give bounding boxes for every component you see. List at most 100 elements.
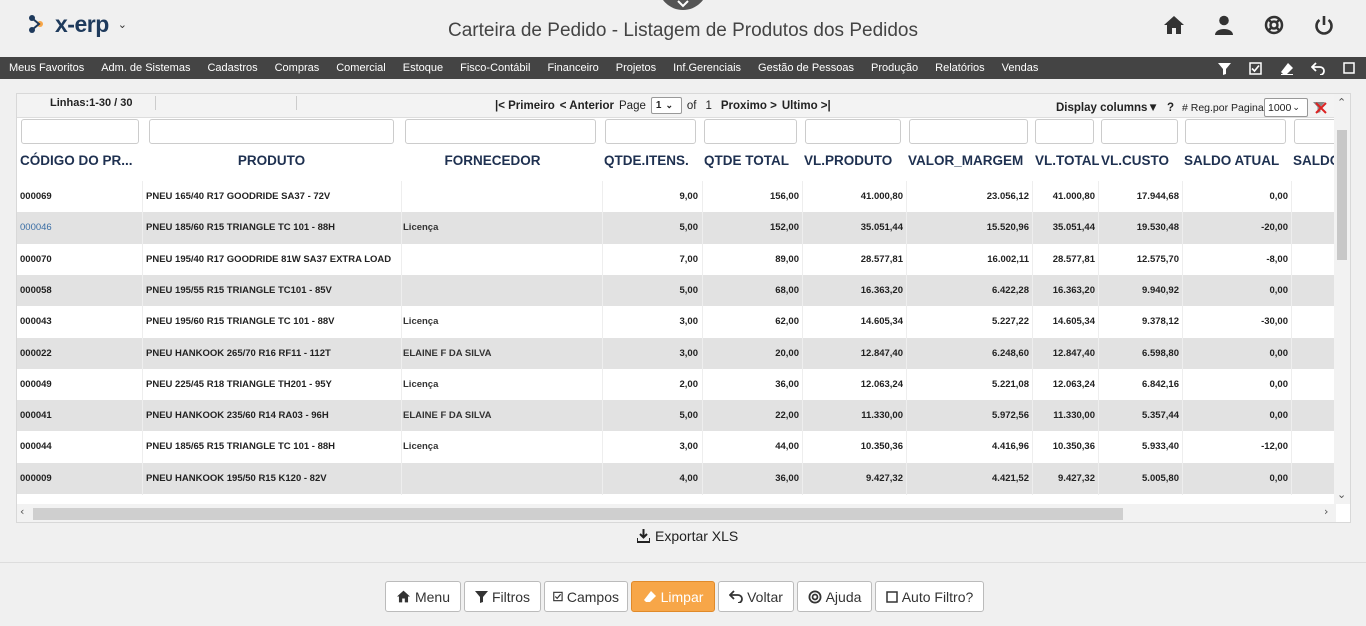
- horizontal-scrollbar[interactable]: ‹ ›: [17, 504, 1336, 522]
- table-row[interactable]: 000058 PNEU 195/55 R15 TRIANGLE TC101 - 8…: [17, 274, 1336, 307]
- lifebuoy-icon[interactable]: [1260, 12, 1288, 38]
- column-header-saldo-atual[interactable]: SALDO ATUAL: [1184, 146, 1288, 176]
- chevron-left-icon[interactable]: ‹: [20, 505, 24, 518]
- display-columns-button[interactable]: Display columns▼: [1056, 102, 1159, 114]
- table-row[interactable]: 000043 PNEU 195/60 R15 TRIANGLE TC 101 - …: [17, 306, 1336, 338]
- filter-input-valor-margem[interactable]: [909, 119, 1028, 144]
- table-row[interactable]: 000046 PNEU 185/60 R15 TRIANGLE TC 101 - …: [17, 212, 1336, 244]
- cell-produto: PNEU 195/60 R15 TRIANGLE TC 101 - 88V: [146, 316, 335, 328]
- filter-icon: [474, 591, 488, 603]
- user-icon[interactable]: [1210, 12, 1238, 38]
- cell-codigo[interactable]: 000046: [20, 212, 140, 243]
- chevron-right-icon[interactable]: ›: [1324, 505, 1328, 518]
- footer-toolbar: Menu Filtros Campos Limpar Voltar Ajuda …: [385, 581, 984, 612]
- menu-item-gestao-pessoas[interactable]: Gestão de Pessoas: [750, 57, 863, 79]
- column-header-vl-custo[interactable]: VL.CUSTO: [1101, 146, 1181, 176]
- cell-fornecedor: Licença: [403, 316, 439, 328]
- cell-qtde-itens: 5,00: [679, 222, 699, 234]
- menu-item-fisco-contabil[interactable]: Fisco-Contábil: [452, 57, 539, 79]
- square-icon[interactable]: [1339, 59, 1358, 77]
- filter-input-fornecedor[interactable]: [405, 119, 596, 144]
- column-header-vl-produto[interactable]: VL.PRODUTO: [804, 146, 904, 176]
- menu-item-comercial[interactable]: Comercial: [328, 57, 395, 79]
- menu-item-meus-favoritos[interactable]: Meus Favoritos: [0, 57, 93, 79]
- filter-input-vl-produto[interactable]: [805, 119, 901, 144]
- cell-produto: PNEU 195/55 R15 TRIANGLE TC101 - 85V: [146, 284, 332, 296]
- table-row[interactable]: 000022 PNEU HANKOOK 265/70 R16 RF11 - 112…: [17, 337, 1336, 369]
- cell-fornecedor: Licença: [403, 378, 439, 390]
- chevron-down-icon[interactable]: ⌄: [1337, 488, 1346, 501]
- cell-qtde-itens: 5,00: [679, 410, 699, 422]
- fields-button[interactable]: Campos: [544, 581, 628, 612]
- menu-item-compras[interactable]: Compras: [266, 57, 328, 79]
- filter-icon[interactable]: [1215, 59, 1234, 77]
- column-header-valor-margem[interactable]: VALOR_MARGEM: [908, 146, 1032, 176]
- column-header-saldo[interactable]: SALDO: [1293, 146, 1336, 176]
- clear-filter-icon[interactable]: [1313, 101, 1327, 114]
- collapse-toggle[interactable]: [658, 0, 708, 10]
- filter-input-vl-total[interactable]: [1035, 119, 1094, 144]
- horizontal-scroll-thumb[interactable]: [33, 508, 1123, 520]
- column-separator: [142, 181, 143, 495]
- table-row[interactable]: 000044 PNEU 185/65 R15 TRIANGLE TC 101 - …: [17, 431, 1336, 463]
- column-header-produto[interactable]: PRODUTO: [149, 146, 394, 176]
- cell-qtde-itens: 7,00: [679, 253, 699, 265]
- menu-item-relatorios[interactable]: Relatórios: [927, 57, 994, 79]
- chevron-up-icon[interactable]: ⌃: [1337, 96, 1346, 109]
- export-xls-button[interactable]: Exportar XLS: [637, 528, 738, 544]
- menu-item-vendas[interactable]: Vendas: [993, 57, 1047, 79]
- cell-fornecedor: [403, 181, 598, 212]
- next-page-link[interactable]: Proximo >: [721, 100, 777, 112]
- menu-item-financeiro[interactable]: Financeiro: [539, 57, 607, 79]
- table-body: 000069 PNEU 165/40 R17 GOODRIDE SA37 - 72…: [17, 181, 1336, 495]
- cell-vl-custo: 5.005,80: [1142, 472, 1179, 484]
- menu-item-inf-gerenciais[interactable]: Inf.Gerenciais: [665, 57, 750, 79]
- auto-filter-button[interactable]: Auto Filtro?: [875, 581, 984, 612]
- vertical-scrollbar[interactable]: ⌃ ⌄: [1334, 94, 1350, 504]
- first-page-link[interactable]: |< Primeiro: [495, 100, 555, 112]
- menu-item-projetos[interactable]: Projetos: [607, 57, 664, 79]
- table-row[interactable]: 000070 PNEU 195/40 R17 GOODRIDE 81W SA37 …: [17, 243, 1336, 275]
- column-header-codigo[interactable]: CÓDIGO DO PR...: [20, 146, 140, 176]
- menu-item-adm-sistemas[interactable]: Adm. de Sistemas: [93, 57, 199, 79]
- back-button[interactable]: Voltar: [718, 581, 794, 612]
- table-row[interactable]: 000009 PNEU HANKOOK 195/50 R15 K120 - 82V…: [17, 462, 1336, 494]
- clear-button[interactable]: Limpar: [631, 581, 715, 612]
- column-header-vl-total[interactable]: VL.TOTAL: [1035, 146, 1099, 176]
- column-separator: [1098, 181, 1099, 495]
- menu-button[interactable]: Menu: [385, 581, 461, 612]
- help-footer-button[interactable]: Ajuda: [797, 581, 872, 612]
- previous-page-link[interactable]: < Anterior: [560, 100, 614, 112]
- table-row[interactable]: 000041 PNEU HANKOOK 235/60 R14 RA03 - 96H…: [17, 400, 1336, 432]
- undo-icon[interactable]: [1308, 59, 1327, 77]
- menu-item-cadastros[interactable]: Cadastros: [199, 57, 266, 79]
- filter-input-qtde-total[interactable]: [704, 119, 797, 144]
- menu-item-estoque[interactable]: Estoque: [394, 57, 451, 79]
- column-header-qtde-total[interactable]: QTDE TOTAL: [704, 146, 798, 176]
- filter-input-qtde-itens[interactable]: [605, 119, 696, 144]
- column-header-fornecedor[interactable]: FORNECEDOR: [405, 146, 580, 176]
- filter-input-vl-custo[interactable]: [1101, 119, 1178, 144]
- help-footer-button-label: Ajuda: [825, 588, 862, 605]
- filter-input-saldo-atual[interactable]: [1185, 119, 1286, 144]
- filter-input-produto[interactable]: [149, 119, 394, 144]
- records-per-page-select[interactable]: 1000 ⌄: [1264, 98, 1308, 117]
- last-page-link[interactable]: Ultimo >|: [782, 100, 831, 112]
- table-row[interactable]: 000069 PNEU 165/40 R17 GOODRIDE SA37 - 72…: [17, 181, 1336, 213]
- cell-codigo: 000044: [20, 441, 52, 453]
- vertical-scroll-thumb[interactable]: [1337, 130, 1347, 260]
- menu-item-producao[interactable]: Produção: [863, 57, 927, 79]
- power-icon[interactable]: [1310, 12, 1338, 38]
- cell-produto: PNEU 195/40 R17 GOODRIDE 81W SA37 EXTRA …: [146, 253, 392, 265]
- page-label: Page: [619, 99, 646, 112]
- cell-vl-total: 28.577,81: [1052, 253, 1095, 265]
- page-select[interactable]: 1 ⌄: [650, 97, 682, 114]
- eraser-icon[interactable]: [1277, 59, 1296, 77]
- help-button[interactable]: ?: [1167, 102, 1174, 114]
- column-header-qtde-itens[interactable]: QTDE.ITENS.: [604, 146, 696, 176]
- filters-button[interactable]: Filtros: [464, 581, 541, 612]
- filter-input-codigo[interactable]: [21, 119, 139, 144]
- table-row[interactable]: 000049 PNEU 225/45 R18 TRIANGLE TH201 - 9…: [17, 368, 1336, 401]
- home-icon[interactable]: [1160, 12, 1188, 38]
- checkbox-icon[interactable]: [1246, 59, 1265, 77]
